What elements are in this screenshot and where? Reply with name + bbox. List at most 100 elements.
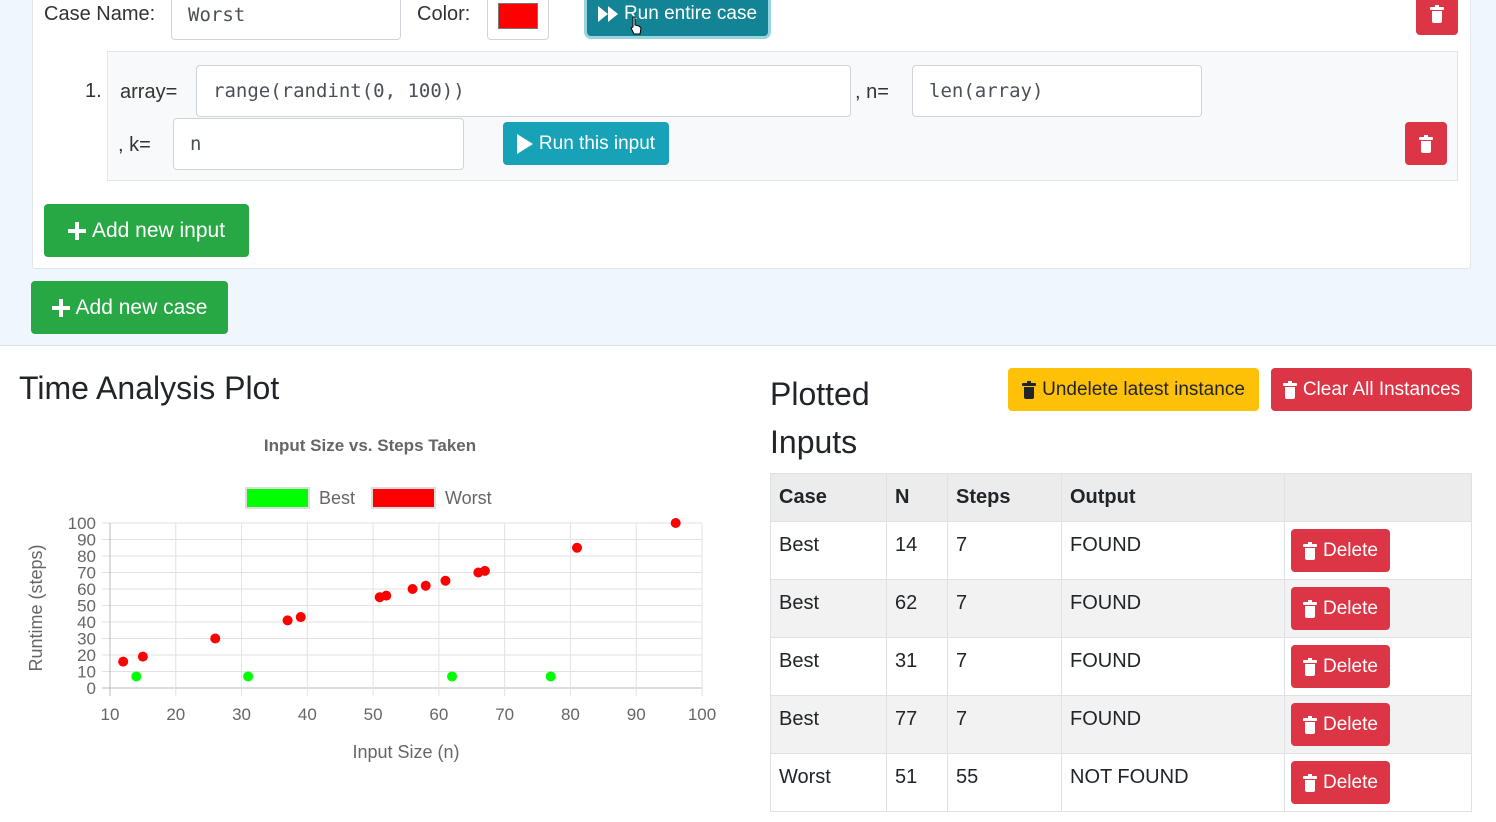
col-case: Case	[770, 473, 887, 522]
run-entire-case-button[interactable]: Run entire case	[587, 0, 768, 36]
cell-n: 14	[886, 521, 948, 580]
point-worst	[670, 518, 681, 528]
n-label: , n=	[855, 81, 889, 103]
chart-points	[118, 518, 681, 682]
clear-all-label: Clear All Instances	[1302, 378, 1461, 400]
y-tick-label: 70	[77, 564, 96, 583]
fast-forward-icon	[597, 6, 618, 22]
y-tick-label: 30	[77, 630, 96, 649]
delete-input-button[interactable]	[1405, 122, 1447, 165]
delete-row-button[interactable]: Delete	[1291, 645, 1390, 688]
k-input[interactable]: n	[173, 118, 464, 170]
hand-cursor-icon	[630, 16, 642, 35]
y-tick-label: 10	[77, 663, 96, 682]
cell-case: Best	[770, 695, 887, 754]
x-axis-label: Input Size (n)	[352, 742, 459, 762]
trash-icon	[1430, 4, 1444, 23]
undelete-latest-button[interactable]: Undelete latest instance	[1008, 368, 1259, 411]
y-tick-label: 40	[77, 613, 96, 632]
cell-steps: 7	[947, 695, 1062, 754]
point-worst	[381, 590, 392, 601]
chart-grid	[102, 522, 703, 696]
delete-label: Delete	[1323, 713, 1378, 735]
x-tick-label: 60	[429, 705, 448, 724]
legend-label-best: Best	[319, 488, 355, 508]
cell-case: Worst	[770, 753, 887, 812]
clear-all-button[interactable]: Clear All Instances	[1271, 368, 1472, 411]
cell-n: 31	[886, 637, 948, 696]
delete-label: Delete	[1323, 597, 1378, 619]
cell-case: Best	[770, 521, 887, 580]
add-new-input-label: Add new input	[91, 218, 226, 242]
delete-row-button[interactable]: Delete	[1291, 587, 1390, 630]
case-editor-area: Case Name: Worst Color: Run entire case …	[0, 0, 1496, 346]
cell-actions: Delete	[1284, 579, 1472, 638]
array-input[interactable]: range(randint(0, 100))	[196, 65, 851, 117]
trash-icon	[1282, 380, 1297, 399]
trash-icon	[1303, 541, 1317, 560]
col-actions	[1284, 473, 1472, 522]
trash-restore-icon	[1022, 380, 1037, 399]
point-worst	[407, 584, 418, 594]
delete-label: Delete	[1323, 655, 1378, 677]
x-tick-label: 50	[364, 705, 383, 724]
col-n: N	[886, 473, 948, 522]
x-tick-label: 10	[101, 705, 120, 724]
y-tick-label: 60	[77, 580, 96, 599]
delete-row-button[interactable]: Delete	[1291, 529, 1390, 572]
chart-title: Input Size vs. Steps Taken	[264, 436, 476, 455]
plus-icon	[67, 221, 86, 240]
table-row: Best 62 7 FOUND Delete	[770, 579, 1472, 638]
cell-actions: Delete	[1284, 637, 1472, 696]
legend-label-worst: Worst	[445, 488, 492, 508]
y-tick-label: 0	[87, 679, 96, 698]
color-picker[interactable]	[487, 0, 549, 40]
add-new-case-button[interactable]: Add new case	[31, 281, 228, 334]
cell-actions: Delete	[1284, 521, 1472, 580]
y-tick-label: 80	[77, 547, 96, 566]
point-worst	[440, 575, 451, 586]
legend-swatch-best	[245, 487, 310, 509]
point-worst	[118, 656, 129, 667]
cell-n: 62	[886, 579, 948, 638]
input-index: 1.	[85, 80, 102, 102]
cell-output: FOUND	[1061, 579, 1285, 638]
plotted-inputs-table: Case N Steps Output Best 14 7 FOUND Delete Be…	[770, 473, 1472, 812]
delete-row-button[interactable]: Delete	[1291, 703, 1390, 746]
cell-actions: Delete	[1284, 753, 1472, 812]
delete-row-button[interactable]: Delete	[1291, 761, 1390, 804]
play-icon	[516, 133, 533, 154]
cell-steps: 55	[947, 753, 1062, 812]
point-worst	[572, 542, 583, 553]
add-new-input-button[interactable]: Add new input	[44, 204, 249, 257]
trash-icon	[1303, 715, 1317, 734]
case-name-input[interactable]: Worst	[171, 0, 401, 40]
cell-output: NOT FOUND	[1061, 753, 1285, 812]
point-worst	[137, 651, 148, 662]
y-tick-label: 50	[77, 597, 96, 616]
y-tick-labels: 0102030405060708090100	[68, 514, 96, 698]
cell-case: Best	[770, 579, 887, 638]
point-worst	[295, 612, 306, 623]
point-best	[447, 671, 458, 682]
x-tick-labels: 10 20 30 40 50 60 70 80 90 100	[101, 705, 717, 724]
x-tick-label: 100	[688, 705, 716, 724]
delete-case-button[interactable]	[1416, 0, 1458, 35]
cell-steps: 7	[947, 521, 1062, 580]
y-tick-label: 90	[77, 531, 96, 550]
run-entire-case-label: Run entire case	[623, 3, 758, 24]
y-axis-label: Runtime (steps)	[26, 544, 46, 671]
table-row: Best 77 7 FOUND Delete	[770, 695, 1472, 754]
cell-output: FOUND	[1061, 695, 1285, 754]
y-tick-label: 100	[68, 514, 96, 533]
run-this-input-button[interactable]: Run this input	[503, 122, 669, 165]
color-label: Color:	[417, 3, 471, 25]
trash-icon	[1303, 599, 1317, 618]
x-tick-label: 20	[166, 705, 185, 724]
col-steps: Steps	[947, 473, 1062, 522]
cell-output: FOUND	[1061, 521, 1285, 580]
point-best	[131, 671, 142, 682]
point-worst	[282, 615, 293, 626]
n-input[interactable]: len(array)	[912, 65, 1202, 117]
point-worst	[210, 633, 221, 644]
